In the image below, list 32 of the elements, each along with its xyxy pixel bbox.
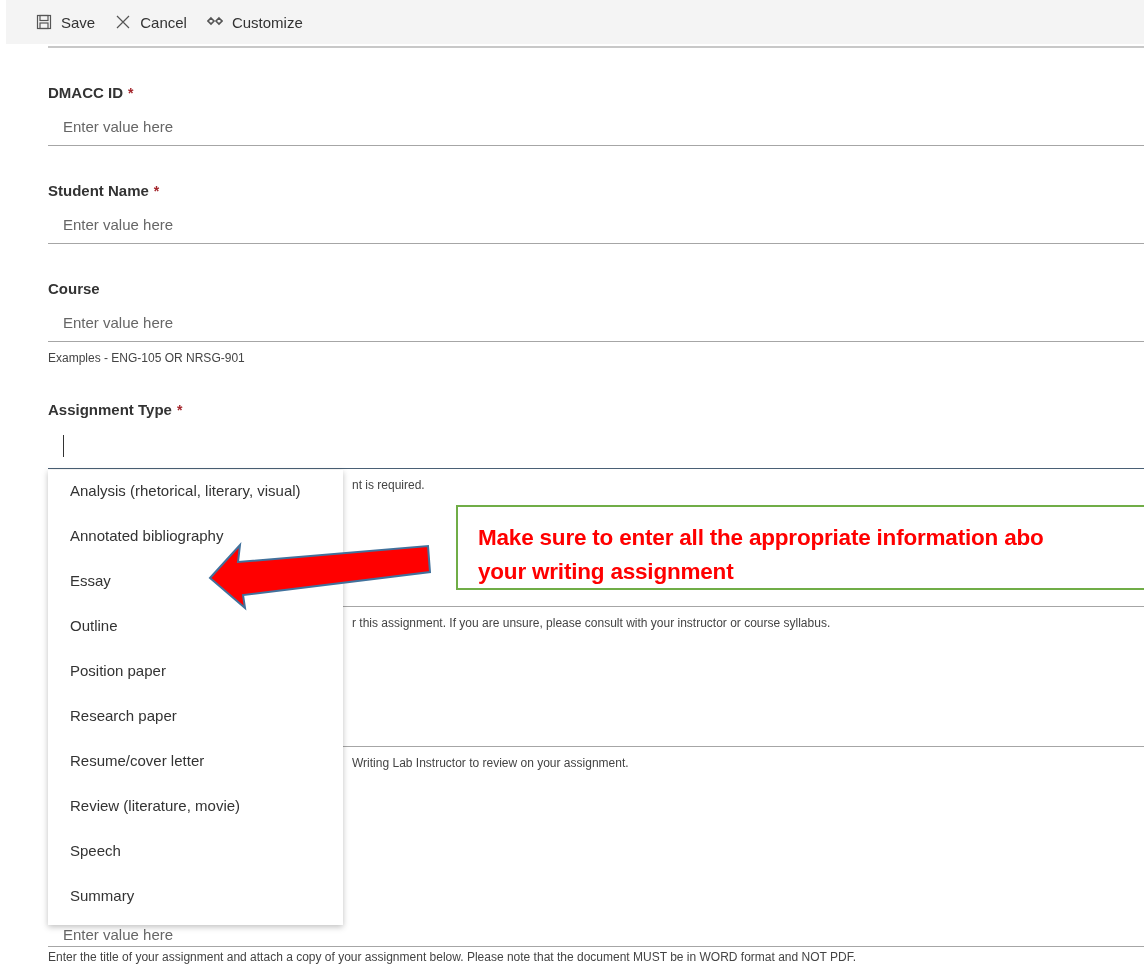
input-field[interactable]: Enter value here xyxy=(48,206,1144,244)
dropdown-option[interactable]: Speech xyxy=(48,832,343,877)
dropdown-option[interactable]: Research paper xyxy=(48,697,343,742)
callout-text: Make sure to enter all the appropriate information abo xyxy=(478,524,1045,552)
dropdown-option[interactable]: Summary xyxy=(48,877,343,922)
required-marker: * xyxy=(153,183,160,199)
input-field[interactable]: Enter value here xyxy=(48,304,1144,342)
dropdown-option[interactable]: Analysis (rhetorical, literary, visual) xyxy=(48,472,343,517)
field-label: DMACC ID xyxy=(48,84,123,101)
dropdown-option[interactable]: Resume/cover letter xyxy=(48,742,343,787)
field-label: Assignment Type xyxy=(48,401,172,418)
dropdown-option[interactable]: Annotated bibliography xyxy=(48,517,343,562)
hint-text: Writing Lab Instructor to review on your assignment. xyxy=(352,755,630,770)
hint-text: Examples - ENG-105 OR NRSG-901 xyxy=(48,350,246,365)
hint-text: r this assignment. If you are unsure, please consult with your instructor or course syllabus. xyxy=(352,615,832,630)
text-cursor xyxy=(63,435,64,457)
save-icon xyxy=(36,14,52,30)
dropdown-option[interactable]: Review (literature, movie) xyxy=(48,787,343,832)
input-field[interactable]: Enter value here xyxy=(48,108,1144,146)
hint-text: nt is required. xyxy=(352,477,426,492)
required-marker: * xyxy=(128,85,134,101)
save-button[interactable]: Save xyxy=(36,13,96,31)
customize-button[interactable]: Customize xyxy=(206,13,303,31)
dropdown-option[interactable]: Position paper xyxy=(48,652,343,697)
field-label: Student Name xyxy=(48,182,149,199)
close-icon xyxy=(115,14,132,30)
callout-text: your writing assignment xyxy=(478,558,735,586)
required-marker: * xyxy=(176,402,183,418)
cancel-button[interactable]: Cancel xyxy=(115,13,187,31)
dropdown-option[interactable]: Outline xyxy=(48,607,343,652)
field-label: Course xyxy=(48,280,100,297)
hint-text: Enter the title of your assignment and attach a copy of your assignment below. Please note that the document MUST be in WORD format and NOT PDF. xyxy=(48,949,857,964)
